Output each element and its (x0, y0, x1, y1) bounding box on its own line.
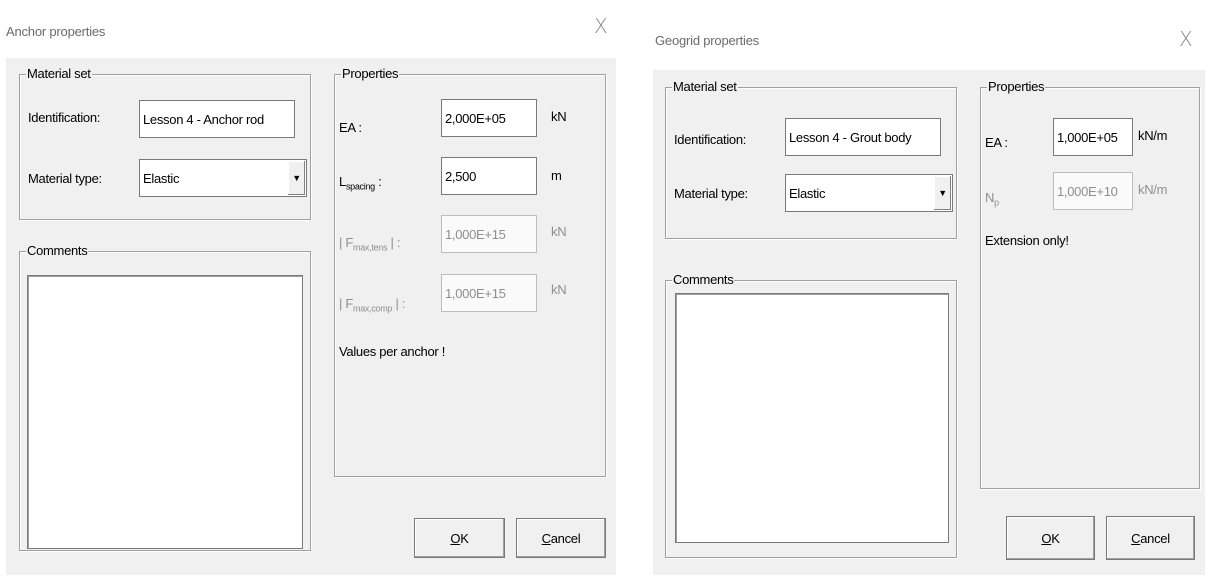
group-label: Properties (341, 66, 400, 81)
lspacing-input[interactable]: 2,500 (441, 157, 537, 195)
fmax-tens-input[interactable]: 1,000E+15 (441, 215, 537, 253)
group-label: Comments (672, 272, 735, 287)
material-type-select[interactable]: Elastic ▼ (139, 159, 307, 197)
dropdown-button[interactable]: ▼ (287, 161, 305, 195)
identification-input[interactable]: Lesson 4 - Anchor rod (139, 100, 295, 138)
ea-label: EA : (985, 135, 1008, 150)
anchor-properties-dialog: Anchor properties X Material set Identif… (0, 0, 622, 579)
comments-textarea[interactable] (675, 293, 949, 543)
ok-button[interactable]: OK (1006, 516, 1095, 560)
material-set-group: Material set Identification: Lesson 4 - … (665, 79, 957, 239)
np-label: Np (985, 190, 999, 208)
dialog-title: Anchor properties (6, 24, 106, 39)
close-icon[interactable]: X (594, 14, 608, 38)
group-label: Properties (987, 79, 1046, 94)
chevron-down-icon: ▼ (938, 187, 947, 198)
fmax-tens-unit: kN (551, 224, 567, 239)
extension-note: Extension only! (985, 233, 1069, 248)
comments-group: Comments (19, 243, 311, 551)
material-set-group: Material set Identification: Lesson 4 - … (19, 66, 311, 220)
dialog-client-area: Material set Identification: Lesson 4 - … (653, 70, 1205, 575)
material-type-value: Elastic (143, 170, 180, 186)
material-type-label: Material type: (674, 186, 748, 201)
ok-button[interactable]: OK (414, 518, 505, 558)
np-input[interactable]: 1,000E+10 (1053, 172, 1133, 210)
material-type-label: Material type: (28, 171, 102, 186)
cancel-button[interactable]: Cancel (1106, 516, 1195, 560)
material-type-value: Elastic (789, 185, 826, 201)
cancel-button[interactable]: Cancel (516, 518, 606, 558)
ea-input[interactable]: 1,000E+05 (1053, 118, 1133, 156)
fmax-comp-unit: kN (551, 282, 567, 297)
material-type-select[interactable]: Elastic ▼ (785, 174, 953, 212)
identification-label: Identification: (674, 132, 747, 147)
dropdown-button[interactable]: ▼ (933, 176, 951, 210)
lspacing-label: Lspacing : (339, 174, 382, 192)
group-label: Material set (672, 79, 738, 94)
ea-unit: kN/m (1138, 128, 1168, 143)
group-label: Material set (26, 66, 92, 81)
fmax-comp-label: | Fmax,comp | : (339, 296, 406, 314)
ea-input[interactable]: 2,000E+05 (441, 99, 537, 137)
comments-textarea[interactable] (27, 275, 303, 549)
properties-group: Properties EA : 1,000E+05 kN/m Np 1,000E… (980, 79, 1200, 489)
fmax-comp-input[interactable]: 1,000E+15 (441, 274, 537, 312)
dialog-client-area: Material set Identification: Lesson 4 - … (6, 58, 616, 575)
geogrid-properties-dialog: Geogrid properties X Material set Identi… (648, 0, 1210, 579)
ea-unit: kN (551, 109, 567, 124)
comments-group: Comments (665, 272, 957, 558)
identification-input[interactable]: Lesson 4 - Grout body (785, 118, 941, 156)
properties-group: Properties EA : 2,000E+05 kN Lspacing : … (334, 66, 606, 477)
group-label: Comments (26, 243, 89, 258)
identification-label: Identification: (28, 110, 101, 125)
fmax-tens-label: | Fmax,tens | : (339, 235, 401, 253)
chevron-down-icon: ▼ (292, 172, 301, 183)
close-icon[interactable]: X (1179, 27, 1193, 51)
np-unit: kN/m (1138, 182, 1168, 197)
lspacing-unit: m (551, 168, 562, 183)
values-note: Values per anchor ! (339, 344, 446, 359)
dialog-title: Geogrid properties (655, 33, 760, 48)
ea-label: EA : (339, 120, 362, 135)
